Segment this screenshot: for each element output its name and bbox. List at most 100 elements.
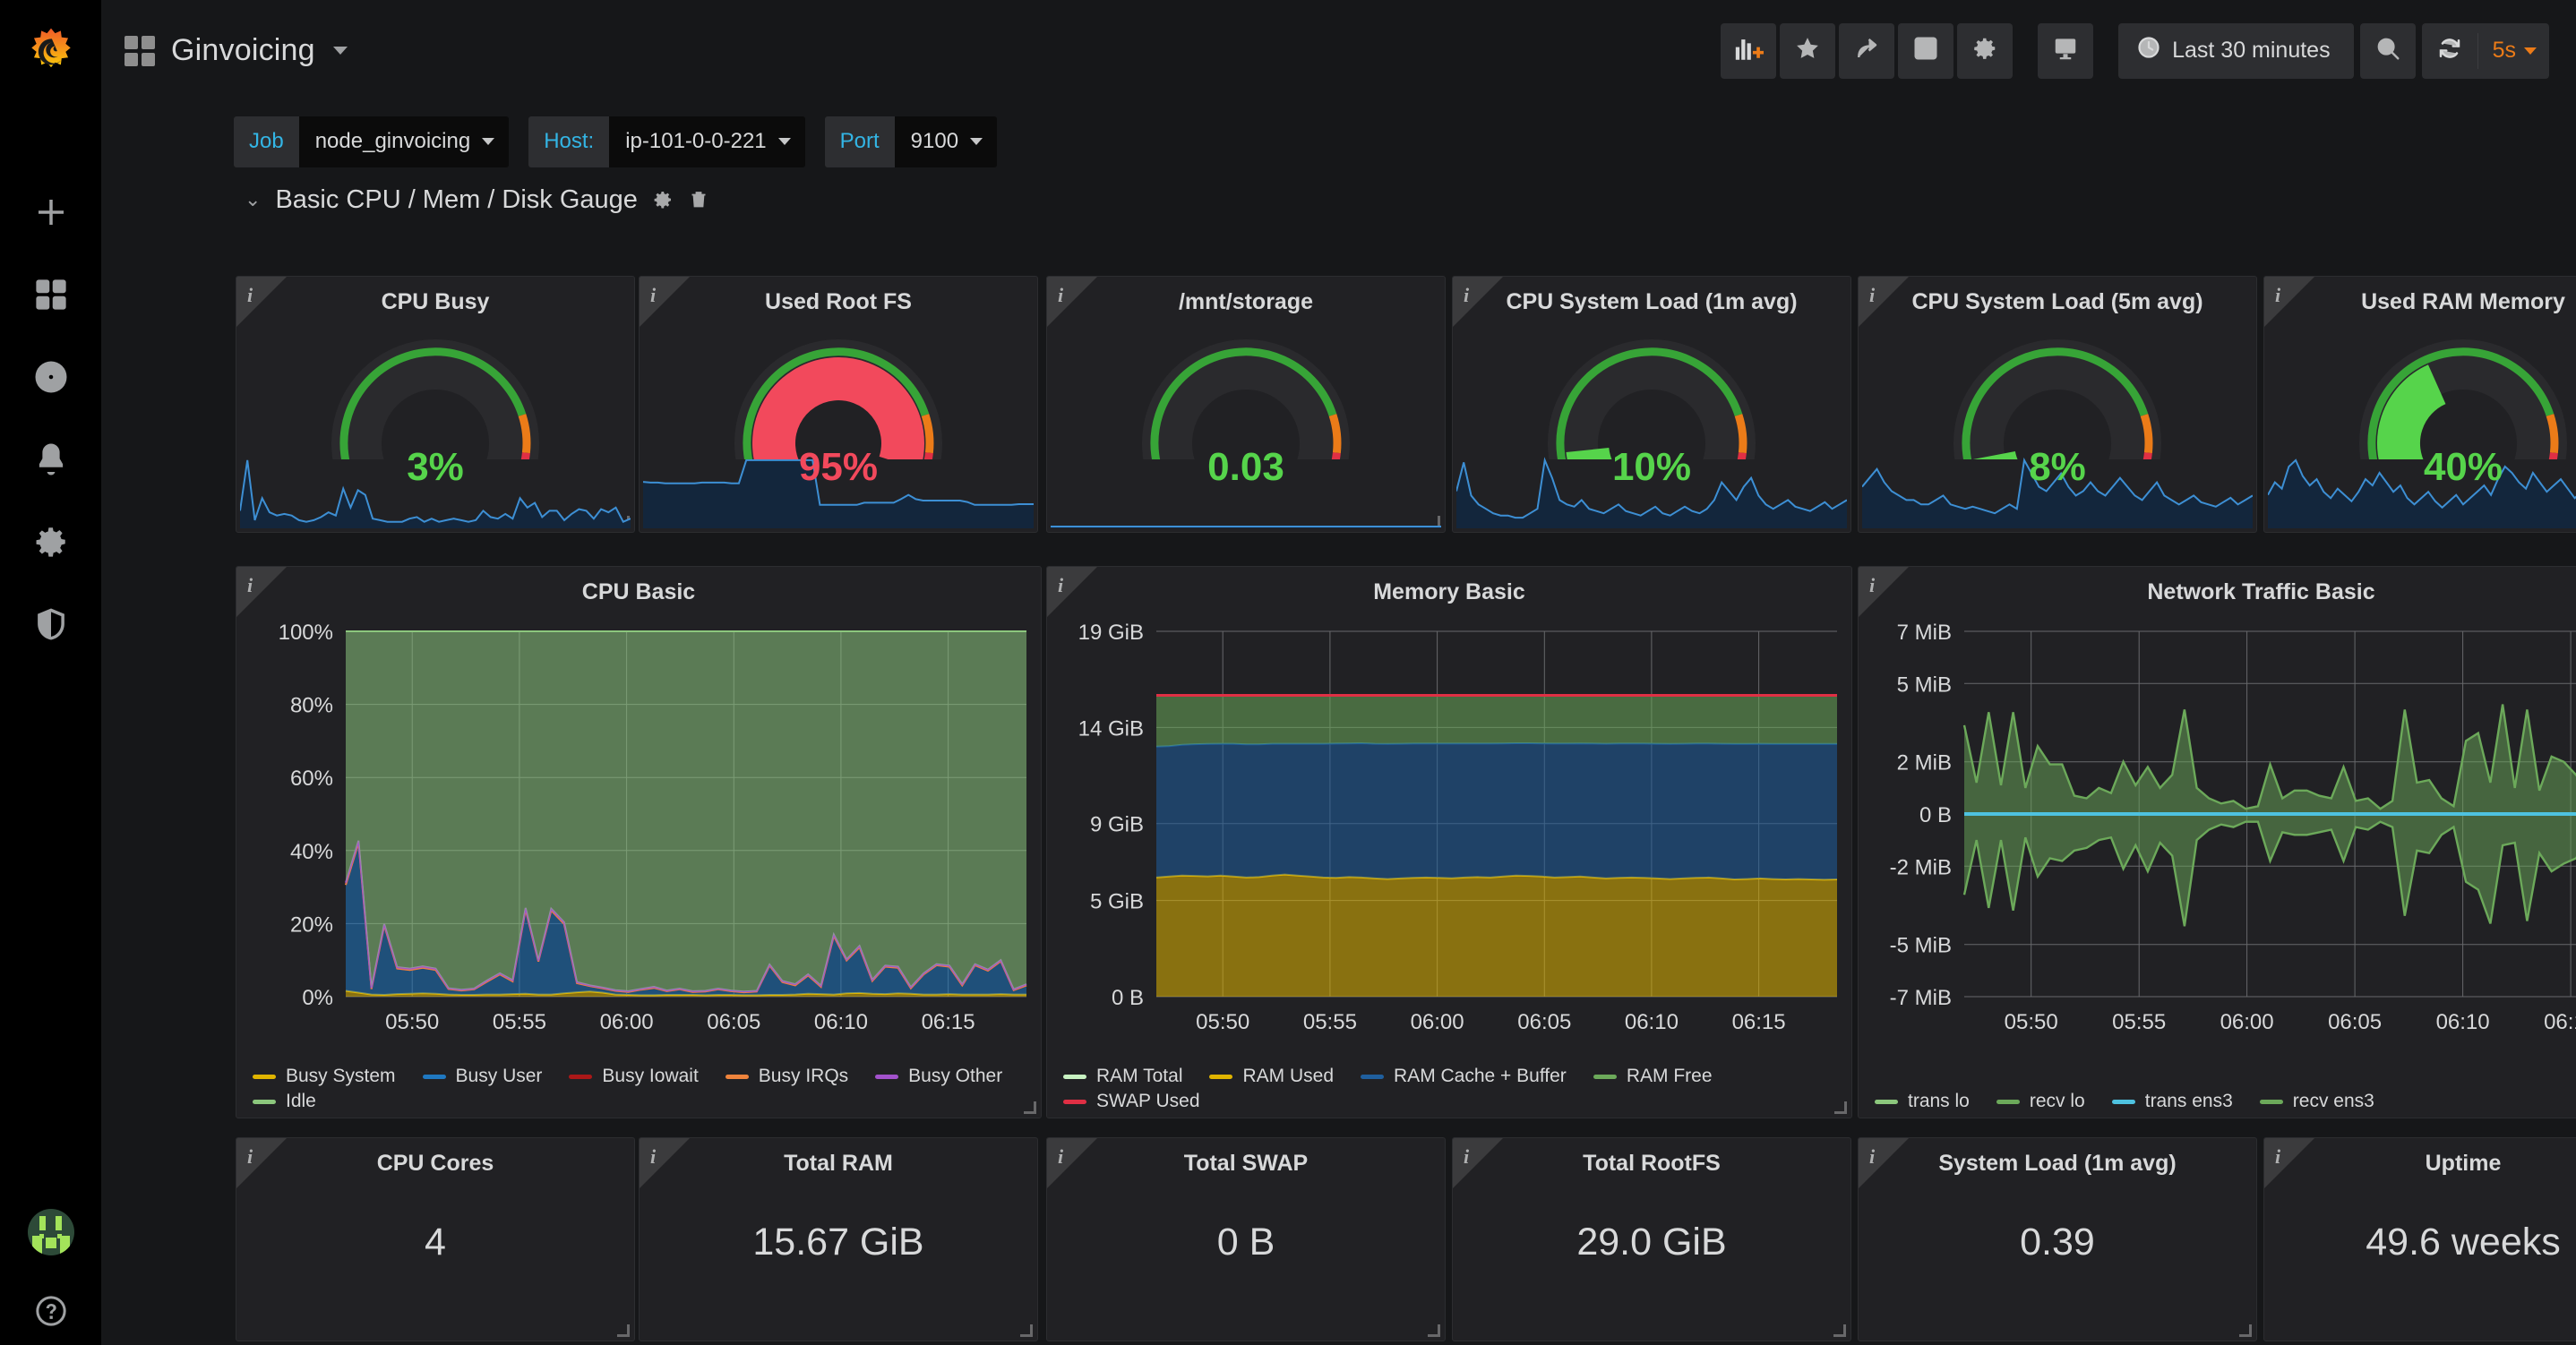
legend-item[interactable]: Busy IRQs: [725, 1066, 848, 1087]
breadcrumb[interactable]: Ginvoicing: [125, 33, 348, 68]
legend-item[interactable]: recv lo: [1996, 1091, 2085, 1112]
legend-item[interactable]: Busy Other: [875, 1066, 1002, 1087]
variable-host[interactable]: Host: ip-101-0-0-221: [528, 116, 805, 167]
legend-item[interactable]: trans ens3: [2111, 1091, 2233, 1112]
resize-handle[interactable]: [1428, 1324, 1440, 1337]
sidebar-item-help[interactable]: [0, 1288, 101, 1338]
panel-cpu-basic[interactable]: i CPU Basic 0% 20% 40% 60% 80% 100% 05:50 05:55 06…: [236, 566, 1042, 1118]
panel-cpu-busy[interactable]: i CPU Busy 3%: [236, 276, 635, 533]
variable-host-select[interactable]: ip-101-0-0-221: [609, 116, 805, 167]
panel-total-rootfs[interactable]: i Total RootFS 29.0 GiB: [1452, 1137, 1851, 1341]
legend-item[interactable]: Idle: [253, 1091, 316, 1112]
panel-total-swap[interactable]: i Total SWAP 0 B: [1046, 1137, 1446, 1341]
chevron-down-icon: [970, 138, 983, 145]
variable-port-select[interactable]: 9100: [894, 116, 998, 167]
cpu-basic-plot: 0% 20% 40% 60% 80% 100% 05:50 05:55 06:00 06:05 06…: [279, 621, 1027, 1034]
panel-uptime[interactable]: i Uptime 49.6 weeks: [2263, 1137, 2576, 1341]
panel-used-ram-memory[interactable]: i Used RAM Memory 40%: [2263, 276, 2576, 533]
resize-handle[interactable]: [1833, 1324, 1846, 1337]
zoom-out-button[interactable]: [2359, 22, 2416, 79]
cpu-system-load-5m-value: 8%: [2029, 445, 2086, 489]
cpu-cores-value: 4: [425, 1221, 446, 1264]
plus-icon: [32, 193, 70, 236]
resize-handle[interactable]: [1020, 1324, 1033, 1337]
share-button[interactable]: [1839, 22, 1895, 79]
gauge-body: 40%: [2264, 313, 2576, 532]
legend-swatch: [1875, 1099, 1898, 1104]
monitor-icon: [2052, 35, 2079, 66]
svg-text:06:15: 06:15: [2544, 1010, 2576, 1034]
svg-text:0%: 0%: [302, 986, 333, 1010]
panel-cpu-system-load-5m[interactable]: i CPU System Load (5m avg) 8%: [1858, 276, 2257, 533]
refresh-interval-dropdown[interactable]: 5s: [2478, 38, 2549, 64]
variable-host-value: ip-101-0-0-221: [625, 129, 767, 153]
settings-button[interactable]: [1957, 22, 2014, 79]
legend-swatch: [2111, 1099, 2135, 1104]
legend-item[interactable]: recv ens3: [2259, 1091, 2374, 1112]
legend-item[interactable]: trans lo: [1875, 1091, 1970, 1112]
svg-text:19 GiB: 19 GiB: [1078, 621, 1144, 645]
legend-item[interactable]: Busy Iowait: [569, 1066, 699, 1087]
system-load-1m-value: 0.39: [2020, 1221, 2095, 1264]
row-settings-icon[interactable]: [652, 189, 674, 210]
sidebar-item-alerting[interactable]: [0, 420, 101, 502]
cpu-system-load-5m-gauge-arc: [1953, 339, 2161, 459]
panel-mnt-storage[interactable]: i/mnt/storage 0.03: [1046, 276, 1446, 533]
add-panel-button[interactable]: [1721, 22, 1777, 79]
variable-job-select[interactable]: node_ginvoicing: [298, 116, 510, 167]
variable-port[interactable]: Port 9100: [824, 116, 998, 167]
legend-item[interactable]: RAM Total: [1063, 1066, 1182, 1087]
panel-cpu-system-load-1m[interactable]: i CPU System Load (1m avg) 10%: [1452, 276, 1851, 533]
resize-handle[interactable]: [2239, 1324, 2252, 1337]
cpu-cores-title: CPU Cores: [376, 1151, 494, 1176]
dashboard-row-header[interactable]: ⌄ Basic CPU / Mem / Disk Gauge: [101, 175, 2576, 225]
dashboard-toolbar: Last 30 minutes 5s: [1721, 22, 2549, 79]
legend-item[interactable]: RAM Cache + Buffer: [1361, 1066, 1567, 1087]
gauge-body: 0.03: [1047, 313, 1445, 532]
cpu-busy-title: CPU Busy: [381, 289, 490, 314]
variable-job[interactable]: Job node_ginvoicing: [234, 116, 510, 167]
save-button[interactable]: [1898, 22, 1954, 79]
chevron-down-icon[interactable]: [332, 47, 348, 55]
legend-item[interactable]: RAM Free: [1593, 1066, 1713, 1087]
star-button[interactable]: [1780, 22, 1836, 79]
gauge-body: 8%: [1859, 313, 2256, 532]
refresh-button[interactable]: [2422, 23, 2477, 79]
kiosk-button[interactable]: [2038, 22, 2094, 79]
panel-system-load-1m[interactable]: i System Load (1m avg) 0.39: [1858, 1137, 2257, 1341]
sidebar-item-create[interactable]: [0, 173, 101, 255]
grafana-logo[interactable]: [0, 0, 101, 101]
panel-network-traffic-basic[interactable]: i Network Traffic Basic -7 MiB -5 MiB -2 MiB…: [1858, 566, 2576, 1118]
sidebar-item-server-admin[interactable]: [0, 585, 101, 667]
uptime-value: 49.6 weeks: [2366, 1221, 2561, 1264]
sidebar-item-configuration[interactable]: [0, 502, 101, 585]
svg-text:100%: 100%: [279, 621, 333, 645]
search-minus-icon: [2374, 35, 2401, 66]
legend-item[interactable]: Busy System: [253, 1066, 396, 1087]
panel-used-root-fs[interactable]: i Used Root FS 95%: [639, 276, 1038, 533]
add-panel-icon: [1733, 33, 1765, 68]
svg-text:20%: 20%: [290, 912, 333, 937]
svg-text:0 B: 0 B: [1919, 803, 1952, 827]
panel-cpu-cores[interactable]: i CPU Cores 4: [236, 1137, 635, 1341]
svg-text:-2 MiB: -2 MiB: [1890, 855, 1952, 879]
legend-item[interactable]: SWAP Used: [1063, 1091, 1200, 1112]
panel-total-ram[interactable]: i Total RAM 15.67 GiB: [639, 1137, 1038, 1341]
legend-item[interactable]: RAM Used: [1209, 1066, 1334, 1087]
panel-memory-basic[interactable]: i Memory Basic 0 B5 GiB 9 GiB 14 GiB 19 GiB 05…: [1046, 566, 1852, 1118]
resize-handle[interactable]: [617, 1324, 630, 1337]
avatar[interactable]: [27, 1209, 74, 1255]
total-swap-title: Total SWAP: [1183, 1151, 1309, 1176]
legend-item[interactable]: Busy User: [422, 1066, 542, 1087]
legend-label: recv lo: [2029, 1091, 2085, 1111]
cpu-busy-gauge-arc: [331, 339, 539, 459]
sidebar-item-dashboards[interactable]: [0, 255, 101, 338]
svg-text:5 GiB: 5 GiB: [1090, 890, 1144, 914]
time-range-picker[interactable]: Last 30 minutes: [2118, 22, 2354, 79]
row-delete-icon[interactable]: [688, 189, 709, 210]
legend-label: trans ens3: [2144, 1091, 2233, 1111]
mnt-storage-gauge-arc: [1142, 339, 1350, 459]
chevron-down-icon[interactable]: ⌄: [245, 190, 261, 210]
network-traffic-basic-body: -7 MiB -5 MiB -2 MiB 0 B 2 MiB 5 MiB 7 MiB 05:5…: [1859, 610, 2576, 1118]
sidebar-item-explore[interactable]: [0, 338, 101, 420]
